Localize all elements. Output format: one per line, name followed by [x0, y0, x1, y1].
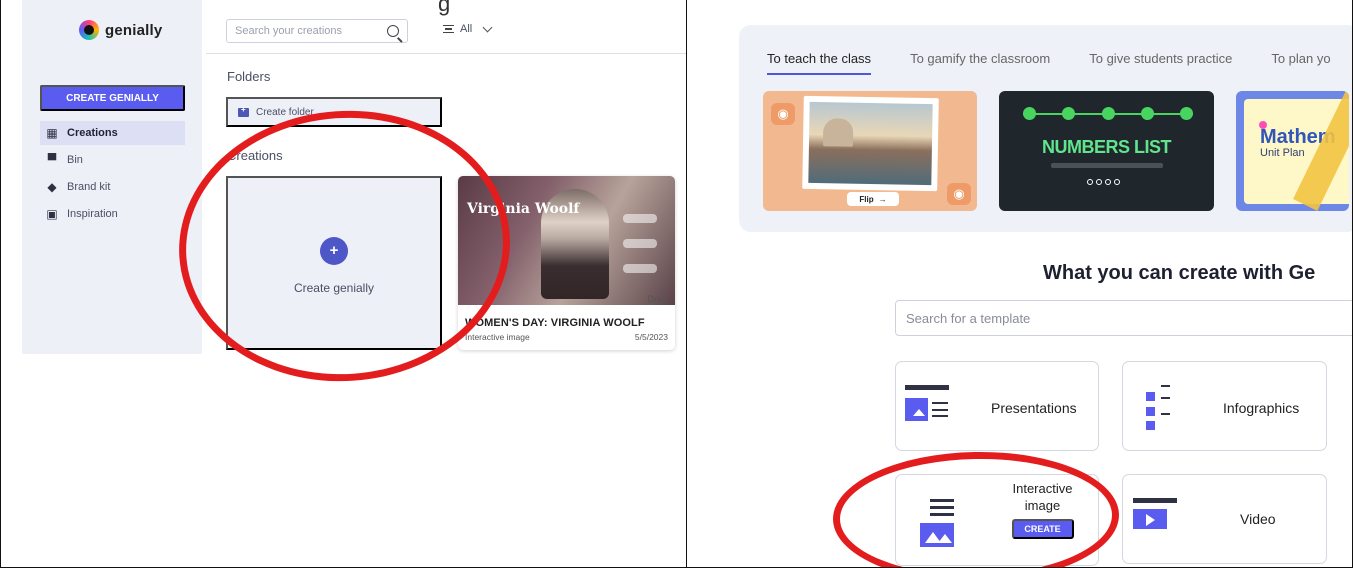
progress-dots	[1023, 106, 1193, 120]
top-cut-text: g	[438, 0, 452, 16]
sidebar: genially CREATE GENIALLY ▦ Creations ▀ B…	[22, 0, 202, 354]
sidebar-nav: ▦ Creations ▀ Bin ◆ Brand kit ▣ Inspirat…	[40, 121, 185, 229]
camera-icon: ◉	[947, 183, 971, 205]
draft-status: Draft	[647, 294, 667, 304]
infographics-card[interactable]: Infographics	[1122, 361, 1327, 451]
genially-logo[interactable]: genially	[79, 20, 162, 40]
chevron-down-icon	[482, 22, 493, 32]
template-copy-lines	[1051, 163, 1163, 168]
sidebar-item-label: Creations	[67, 127, 118, 139]
create-folder-button[interactable]: Create folder	[226, 97, 442, 127]
creation-type: Interactive image	[465, 332, 530, 342]
search-placeholder: Search your creations	[235, 25, 342, 37]
logo-text: genially	[105, 21, 163, 39]
paint-icon: ◆	[47, 180, 57, 194]
sidebar-item-brand-kit[interactable]: ◆ Brand kit	[40, 175, 185, 199]
tab-student-practice[interactable]: To give students practice	[1089, 51, 1232, 66]
create-genially-card-label: Create genially	[293, 280, 375, 295]
arrow-right-icon: →	[878, 194, 887, 204]
template-search-placeholder: Search for a template	[906, 310, 1031, 326]
plus-icon: +	[320, 236, 348, 265]
create-folder-label: Create folder	[256, 106, 314, 118]
create-genially-button[interactable]: CREATE GENIALLY	[40, 85, 185, 111]
flip-button[interactable]: Flip →	[847, 192, 899, 206]
template-thumbnail-math-plan[interactable]: Mathem Unit Plan	[1236, 91, 1349, 211]
creation-thumbnail: Virginia Woolf	[458, 176, 675, 305]
sidebar-item-inspiration[interactable]: ▣ Inspiration	[40, 202, 185, 226]
create-options-headline: What you can create with Ge	[1043, 262, 1316, 284]
top-divider	[206, 53, 686, 54]
trash-icon: ▀	[47, 153, 57, 167]
interactive-image-icon	[920, 499, 964, 547]
interactive-image-card[interactable]: Interactive image CREATE	[895, 474, 1099, 566]
tab-plan[interactable]: To plan yo	[1271, 51, 1330, 66]
filter-label: All	[460, 23, 473, 35]
creation-title: WOMEN'S DAY: VIRGINIA WOOLF	[465, 317, 645, 329]
left-screenshot-panel: g genially CREATE GENIALLY ▦ Creations ▀…	[0, 0, 687, 568]
folder-plus-icon	[238, 105, 249, 117]
image-icon: ▣	[46, 207, 58, 221]
photo-frame	[802, 95, 939, 192]
sidebar-item-bin[interactable]: ▀ Bin	[40, 148, 185, 172]
presentation-icon	[905, 385, 949, 429]
search-creations-input[interactable]: Search your creations	[226, 19, 408, 43]
sidebar-item-label: Bin	[67, 154, 83, 166]
search-icon[interactable]	[387, 25, 399, 37]
interactive-image-content: Interactive image CREATE	[996, 480, 1089, 539]
camera-icon: ◉	[771, 103, 795, 125]
math-template-subtitle: Unit Plan	[1260, 147, 1305, 159]
creation-date: 5/5/2023	[634, 332, 668, 342]
sidebar-item-label: Inspiration	[67, 208, 118, 220]
template-thumbnail-numbers-list[interactable]: NUMBERS LIST	[999, 91, 1214, 211]
create-interactive-image-button[interactable]: CREATE	[1011, 519, 1074, 539]
tab-gamify-classroom[interactable]: To gamify the classroom	[910, 51, 1050, 66]
genially-logo-icon	[79, 20, 99, 40]
template-thumbnail-flip[interactable]: ◉ ◉ Flip →	[763, 91, 977, 211]
creation-meta: Interactive image 5/5/2023	[465, 332, 668, 342]
filter-icon	[443, 25, 454, 33]
sidebar-item-label: Brand kit	[67, 181, 111, 193]
infographics-label: Infographics	[1223, 400, 1300, 416]
video-card[interactable]: Video	[1122, 474, 1327, 564]
video-label: Video	[1240, 511, 1276, 527]
thumbnail-hotspots	[623, 214, 663, 284]
filter-dropdown[interactable]: All	[443, 22, 493, 35]
numbers-list-title: NUMBERS LIST	[1042, 137, 1172, 157]
creations-title: Creations	[227, 148, 283, 163]
template-category-tabs: To teach the class To gamify the classro…	[767, 51, 1352, 75]
tab-teach-class[interactable]: To teach the class	[767, 51, 872, 75]
right-screenshot-panel: To teach the class To gamify the classro…	[687, 0, 1353, 568]
virginia-woolf-creation-card[interactable]: Virginia Woolf Draft WOMEN'S DAY: VIRGIN…	[458, 176, 675, 350]
infographic-icon	[1146, 385, 1190, 430]
presentations-label: Presentations	[991, 400, 1077, 416]
video-icon	[1133, 498, 1177, 542]
grid-icon: ▦	[46, 126, 58, 140]
small-dot-icons	[1087, 179, 1120, 185]
thumbnail-title: Virginia Woolf	[467, 201, 580, 217]
presentations-card[interactable]: Presentations	[895, 361, 1099, 451]
interactive-image-label: Interactive image	[1012, 481, 1073, 513]
create-genially-card[interactable]: + Create genially	[226, 176, 442, 350]
template-search-input[interactable]: Search for a template	[895, 300, 1352, 336]
venice-photo	[808, 101, 933, 186]
folders-title: Folders	[227, 69, 271, 84]
sidebar-item-creations[interactable]: ▦ Creations	[40, 121, 185, 145]
